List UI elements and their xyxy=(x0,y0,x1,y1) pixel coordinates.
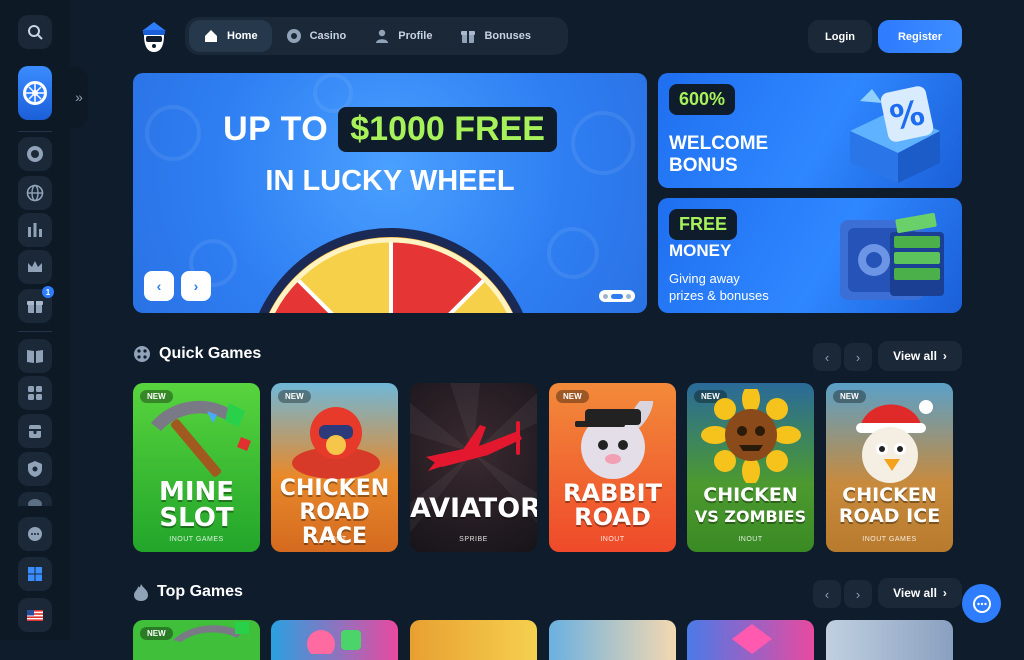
quick-games-title: Quick Games xyxy=(133,345,261,363)
rabbit-illustration xyxy=(575,401,654,479)
top-nav: Home Casino Profile Bonuses xyxy=(185,17,568,55)
top-games-prev-button[interactable]: ‹ xyxy=(813,580,841,608)
top-games-next-button[interactable]: › xyxy=(844,580,872,608)
notification-badge: 1 xyxy=(42,286,54,298)
gift-box-percent-icon: % xyxy=(850,86,940,183)
top-games-title: Top Games xyxy=(133,583,243,601)
top-game-card[interactable] xyxy=(410,620,537,660)
register-button[interactable]: Register xyxy=(878,20,962,53)
promo-free-description: Giving away prizes & bonuses xyxy=(669,271,769,303)
top-game-card[interactable] xyxy=(549,620,676,660)
hero-next-button[interactable]: › xyxy=(181,271,211,301)
quick-games-next-button[interactable]: › xyxy=(844,343,872,371)
promo-welcome-bonus[interactable]: 600% WELCOME BONUS % xyxy=(658,73,962,188)
game-card-chicken-vs-zombies[interactable]: NEW CHICKEN VS ZOMBIES INOUT xyxy=(687,383,814,552)
tab-bonuses[interactable]: Bonuses xyxy=(446,20,544,52)
game-title: CHICKEN VS ZOMBIES xyxy=(694,484,807,527)
gift-icon[interactable]: 1 xyxy=(18,286,54,323)
chevron-right-icon: › xyxy=(942,586,947,600)
pickaxe-illustration xyxy=(151,400,251,477)
chat-bubbles-icon[interactable] xyxy=(18,517,52,551)
top-games-view-all[interactable]: View all › xyxy=(878,578,962,608)
tab-home[interactable]: Home xyxy=(189,20,272,52)
promo-free-pill: FREE xyxy=(669,209,738,240)
lucky-wheel-icon[interactable] xyxy=(18,66,52,120)
game-card-aviator[interactable]: AVIATOR SPRIBE xyxy=(410,383,537,552)
sidebar-divider xyxy=(18,131,52,132)
tab-casino-label: Casino xyxy=(309,30,347,42)
quick-games-prev-button[interactable]: ‹ xyxy=(813,343,841,371)
fire-icon xyxy=(134,584,148,601)
game-title: AVIATOR xyxy=(410,493,537,524)
tab-bonuses-label: Bonuses xyxy=(484,30,531,42)
game-card-rabbit-road[interactable]: NEW RABBIT ROAD INOUT xyxy=(549,383,676,552)
red-plane-icon xyxy=(426,421,522,471)
chicken-santa-illustration xyxy=(856,400,933,483)
tab-home-label: Home xyxy=(227,30,258,42)
dice-icon xyxy=(134,346,150,362)
user-icon xyxy=(376,29,389,43)
game-card-chicken-road-race[interactable]: NEW CHICKEN ROAD RACE INOUT xyxy=(271,383,398,552)
gift-icon xyxy=(461,31,476,43)
login-button[interactable]: Login xyxy=(808,20,872,53)
cloud-icon[interactable] xyxy=(18,492,52,506)
globe-icon[interactable] xyxy=(18,176,52,210)
book-icon[interactable] xyxy=(18,339,52,373)
promo-welcome-pill: 600% xyxy=(669,84,736,115)
shield-icon[interactable] xyxy=(18,452,52,486)
chip-icon xyxy=(286,29,301,43)
us-flag-icon[interactable] xyxy=(18,598,52,632)
live-chat-button[interactable] xyxy=(962,584,1001,623)
game-title: RABBIT ROAD xyxy=(563,479,662,531)
search-icon[interactable] xyxy=(18,15,52,49)
hero-headline: UP TO $1000 FREE xyxy=(133,107,647,152)
hero-pagination[interactable] xyxy=(599,290,635,302)
chat-icon xyxy=(972,594,991,613)
top-game-card[interactable]: NEW xyxy=(133,620,260,660)
crown-icon[interactable] xyxy=(18,250,52,284)
promo-free-money[interactable]: FREE MONEY Giving away prizes & bonuses xyxy=(658,198,962,313)
promo-welcome-title: WELCOME BONUS xyxy=(669,133,769,176)
chip-icon[interactable] xyxy=(18,137,52,171)
top-game-card[interactable] xyxy=(271,620,398,660)
quick-games-view-all[interactable]: View all › xyxy=(878,341,962,371)
tab-profile[interactable]: Profile xyxy=(360,20,446,52)
chicken-racer-illustration xyxy=(292,407,380,479)
stats-icon[interactable] xyxy=(18,213,52,247)
home-icon xyxy=(205,30,217,42)
game-title: CHICKEN ROAD ICE xyxy=(838,484,941,527)
game-card-chicken-road-ice[interactable]: NEW CHICKEN ROAD ICE INOUT GAMES xyxy=(826,383,953,552)
site-logo[interactable] xyxy=(136,19,172,55)
top-game-card[interactable] xyxy=(826,620,953,660)
hero-prev-button[interactable]: ‹ xyxy=(144,271,174,301)
hero-subheadline: IN LUCKY WHEEL xyxy=(265,165,515,197)
hero-banner[interactable]: UP TO $1000 FREE IN LUCKY WHEEL ‹ › xyxy=(133,73,647,313)
promo-free-title: MONEY xyxy=(669,241,732,260)
top-game-card[interactable] xyxy=(687,620,814,660)
game-title: MINE SLOT xyxy=(158,477,235,533)
game-card-mine-slot[interactable]: NEW MINE SLOT INOUT GAMES xyxy=(133,383,260,552)
games-icon[interactable] xyxy=(18,376,52,410)
tab-casino[interactable]: Casino xyxy=(272,20,361,52)
lucky-wheel-illustration xyxy=(259,228,523,313)
hero-headline-amount: $1000 FREE xyxy=(338,107,557,152)
tab-profile-label: Profile xyxy=(398,30,433,42)
chevron-right-icon: › xyxy=(942,349,947,363)
sunflower-zombie-illustration xyxy=(701,389,801,483)
sidebar-divider xyxy=(18,331,52,332)
sidebar-expand-button[interactable]: » xyxy=(70,66,88,128)
hero-headline-prefix: UP TO xyxy=(223,110,329,148)
safe-money-icon xyxy=(840,212,944,300)
chest-icon[interactable] xyxy=(18,414,52,448)
sidebar: 1 xyxy=(0,0,70,640)
windows-icon[interactable] xyxy=(18,557,52,591)
